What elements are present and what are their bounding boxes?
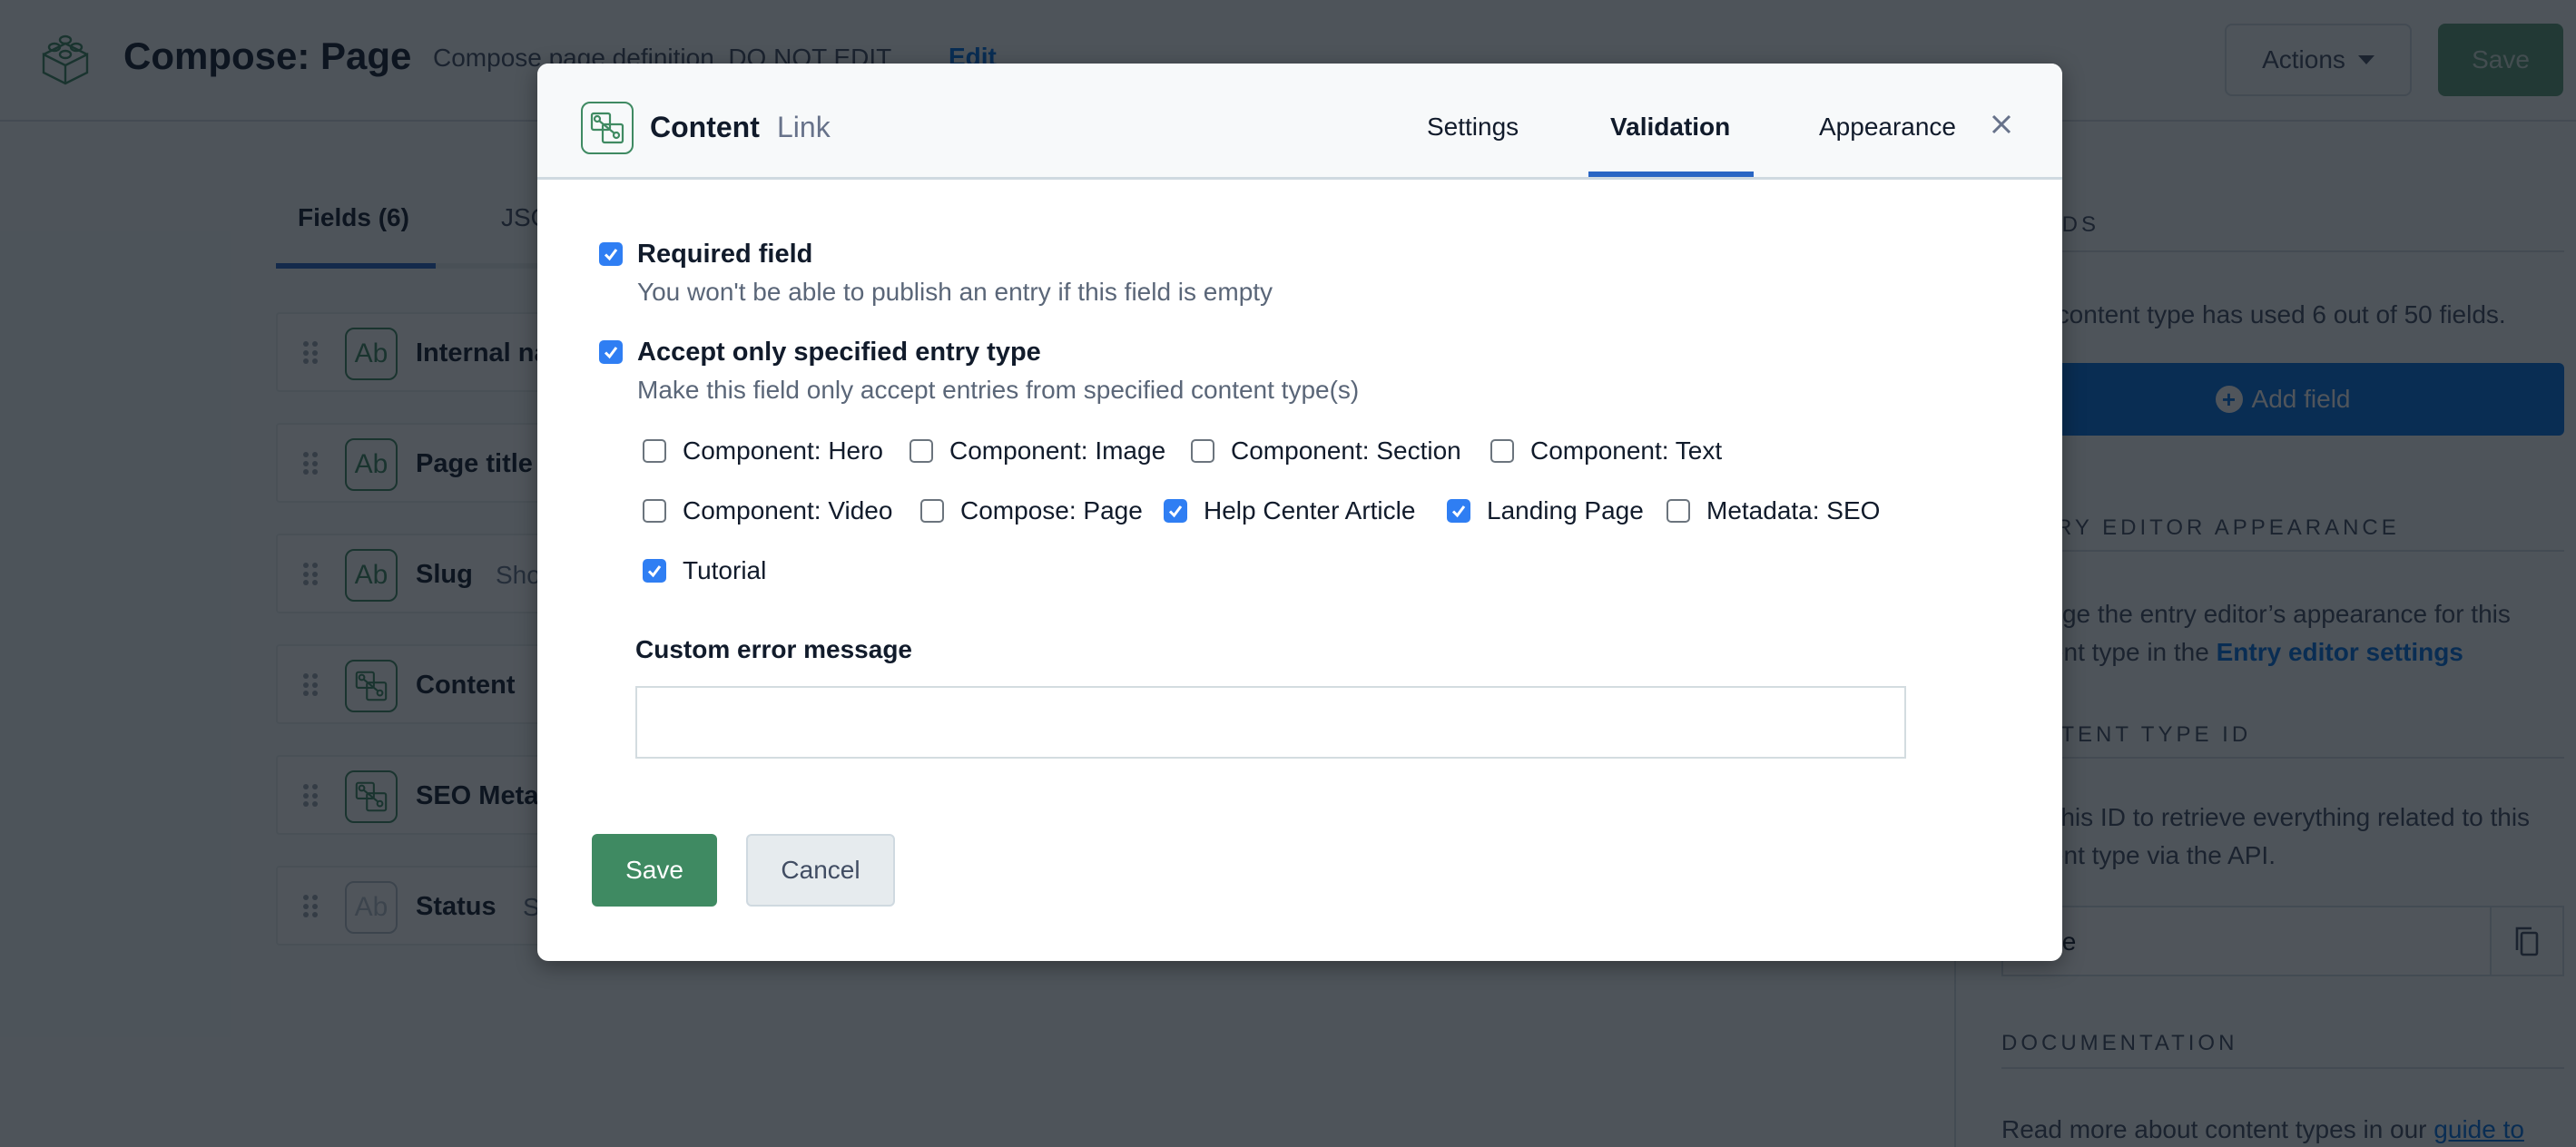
content-type-option[interactable]: Landing Page bbox=[1447, 495, 1644, 526]
content-type-checkbox[interactable] bbox=[1191, 439, 1214, 463]
content-type-option[interactable]: Component: Hero bbox=[643, 436, 883, 466]
cancel-button[interactable]: Cancel bbox=[746, 834, 895, 907]
checkmark-icon bbox=[604, 249, 618, 261]
modal-header: Content Link Settings Validation Appeara… bbox=[537, 64, 2062, 180]
content-type-checkbox[interactable] bbox=[920, 499, 944, 523]
close-icon bbox=[1991, 114, 2011, 134]
content-type-checkbox[interactable] bbox=[643, 499, 666, 523]
content-type-checkbox[interactable] bbox=[1164, 499, 1187, 523]
checkmark-icon bbox=[604, 347, 618, 359]
content-type-option[interactable]: Metadata: SEO bbox=[1667, 495, 1880, 526]
close-modal-button[interactable] bbox=[1988, 111, 2015, 138]
content-type-label: Tutorial bbox=[683, 556, 767, 584]
custom-error-input[interactable] bbox=[635, 686, 1906, 759]
save-button[interactable]: Save bbox=[592, 834, 717, 907]
field-settings-modal: Content Link Settings Validation Appeara… bbox=[537, 64, 2062, 961]
content-type-label: Help Center Article bbox=[1204, 496, 1416, 524]
content-type-checkbox[interactable] bbox=[909, 439, 933, 463]
content-type-option[interactable]: Component: Text bbox=[1490, 436, 1722, 466]
reference-link-icon bbox=[581, 102, 634, 154]
content-type-option[interactable]: Component: Image bbox=[909, 436, 1165, 466]
content-type-label: Compose: Page bbox=[960, 496, 1143, 524]
content-type-option[interactable]: Help Center Article bbox=[1164, 495, 1415, 526]
content-type-label: Component: Image bbox=[949, 436, 1166, 465]
modal-tab-appearance[interactable]: Appearance bbox=[1819, 113, 1956, 142]
content-type-label: Component: Hero bbox=[683, 436, 884, 465]
modal-tab-validation[interactable]: Validation bbox=[1610, 113, 1730, 142]
content-type-checkbox[interactable] bbox=[643, 439, 666, 463]
content-type-label: Component: Text bbox=[1530, 436, 1723, 465]
content-type-checkbox[interactable] bbox=[1490, 439, 1514, 463]
required-field-label: Required field bbox=[637, 240, 813, 269]
required-field-checkbox[interactable] bbox=[599, 242, 623, 266]
modal-title: Content bbox=[650, 111, 760, 143]
modal-tab-settings[interactable]: Settings bbox=[1427, 113, 1519, 142]
content-type-option[interactable]: Component: Video bbox=[643, 495, 892, 526]
accept-only-specified-checkbox[interactable] bbox=[599, 340, 623, 364]
content-type-checkbox[interactable] bbox=[1447, 499, 1470, 523]
accept-only-specified-label: Accept only specified entry type bbox=[637, 338, 1041, 367]
active-modal-tab-indicator bbox=[1588, 172, 1754, 177]
checkmark-icon bbox=[647, 565, 662, 578]
content-type-checkbox[interactable] bbox=[1667, 499, 1690, 523]
content-type-label: Component: Video bbox=[683, 496, 893, 524]
modal-field-type: Link bbox=[777, 111, 831, 143]
checkmark-icon bbox=[1451, 505, 1466, 518]
content-type-checkbox[interactable] bbox=[643, 559, 666, 583]
content-type-label: Component: Section bbox=[1231, 436, 1461, 465]
checkmark-icon bbox=[1168, 505, 1183, 518]
content-type-option[interactable]: Compose: Page bbox=[920, 495, 1143, 526]
content-type-option[interactable]: Component: Section bbox=[1191, 436, 1461, 466]
custom-error-label: Custom error message bbox=[635, 635, 913, 663]
content-type-label: Landing Page bbox=[1487, 496, 1644, 524]
content-type-option[interactable]: Tutorial bbox=[643, 555, 766, 586]
content-type-label: Metadata: SEO bbox=[1706, 496, 1881, 524]
accept-only-specified-help: Make this field only accept entries from… bbox=[637, 376, 1360, 404]
required-field-help: You won't be able to publish an entry if… bbox=[637, 278, 1273, 306]
